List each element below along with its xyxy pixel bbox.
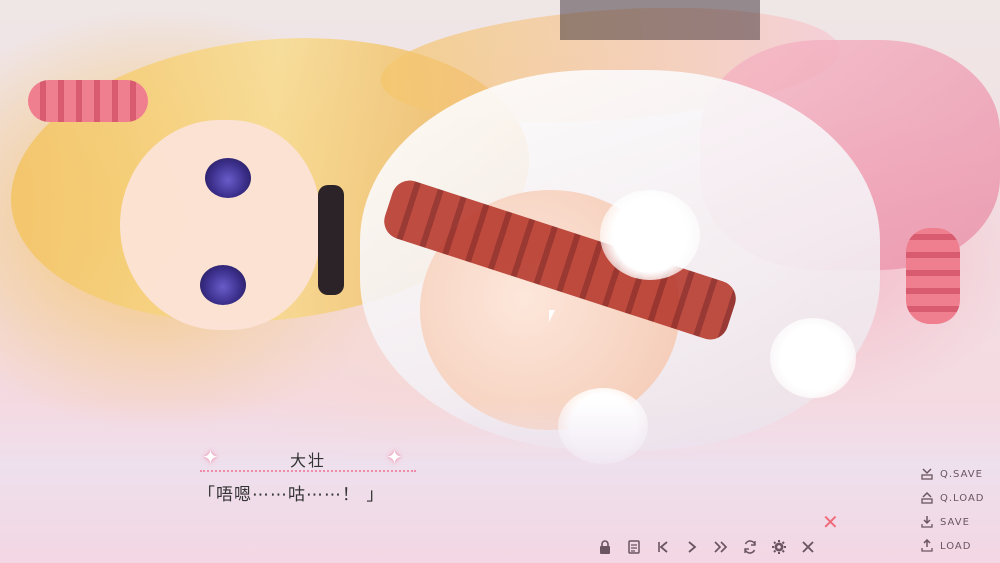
next-icon — [688, 541, 697, 553]
save-icon — [920, 515, 934, 529]
skip-back-icon — [658, 541, 668, 553]
save-label: SAVE — [940, 516, 970, 528]
character-choker — [318, 185, 344, 295]
load-button[interactable]: LOAD — [920, 534, 1000, 558]
quick-load-button[interactable]: Q.LOAD — [920, 486, 1000, 510]
log-button[interactable] — [623, 536, 645, 558]
hair-scrunchie — [28, 80, 148, 122]
settings-button[interactable] — [768, 536, 790, 558]
close-button[interactable] — [797, 536, 819, 558]
sparkle-icon: ✦ — [386, 445, 403, 469]
quick-load-label: Q.LOAD — [940, 492, 985, 504]
character-eye — [205, 158, 251, 198]
game-scene-cg[interactable] — [0, 0, 1000, 563]
quick-save-label: Q.SAVE — [940, 468, 983, 480]
censor-puff — [600, 190, 700, 280]
quick-load-icon — [920, 491, 934, 505]
side-menu: Q.SAVE Q.LOAD SAVE LOAD — [920, 462, 1000, 558]
bottom-toolbar — [594, 536, 819, 558]
quick-save-button[interactable]: Q.SAVE — [920, 462, 1000, 486]
background-shadow — [560, 0, 760, 40]
nameplate-divider — [200, 470, 416, 472]
next-button[interactable] — [681, 536, 703, 558]
save-button[interactable]: SAVE — [920, 510, 1000, 534]
fast-forward-icon — [714, 541, 728, 553]
auto-icon — [744, 540, 756, 554]
dialogue-text[interactable]: 「唔嗯⋯⋯咕⋯⋯！ 」 — [198, 480, 598, 505]
quick-save-icon — [920, 467, 934, 481]
fast-forward-button[interactable] — [710, 536, 732, 558]
lock-icon — [600, 540, 610, 554]
mouse-cursor — [549, 310, 561, 322]
load-icon — [920, 539, 934, 553]
lock-button[interactable] — [594, 536, 616, 558]
censor-puff — [770, 318, 856, 398]
decorative-cross-icon: ✕ — [822, 510, 839, 534]
close-icon — [802, 541, 814, 553]
settings-icon — [772, 540, 786, 554]
speaker-nameplate: ✦ 大壮 ✦ — [196, 443, 420, 473]
wrist-scrunchie — [906, 228, 960, 324]
auto-button[interactable] — [739, 536, 761, 558]
character-eye — [200, 265, 246, 305]
load-label: LOAD — [940, 540, 972, 552]
skip-back-button[interactable] — [652, 536, 674, 558]
log-icon — [628, 540, 640, 554]
